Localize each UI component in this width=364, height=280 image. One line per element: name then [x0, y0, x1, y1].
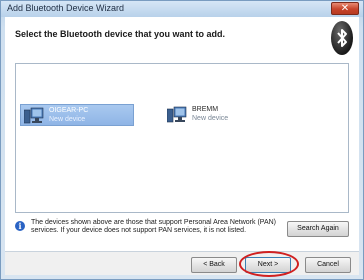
header-band: Select the Bluetooth device that you wan…: [5, 17, 359, 61]
title-bar[interactable]: Add Bluetooth Device Wizard ✕: [1, 1, 363, 17]
button-bar: < Back Next > Cancel: [5, 252, 359, 275]
device-item-bremm[interactable]: BREMM New device: [164, 104, 278, 126]
device-status: New device: [192, 115, 229, 122]
wizard-window: Add Bluetooth Device Wizard ✕ Select the…: [0, 0, 364, 280]
bluetooth-icon: [331, 21, 353, 55]
close-button[interactable]: ✕: [331, 2, 359, 15]
device-name: OIGEAR-PC: [49, 107, 89, 114]
info-text: The devices shown above are those that s…: [31, 219, 276, 234]
window-title: Add Bluetooth Device Wizard: [7, 3, 125, 13]
device-list[interactable]: OIGEAR-PC New device BREMM New device: [15, 63, 349, 213]
computer-icon: [23, 107, 44, 125]
device-item-oigear-pc[interactable]: OIGEAR-PC New device: [20, 104, 134, 126]
device-name: BREMM: [192, 106, 219, 113]
info-icon: i: [15, 221, 25, 231]
wizard-content: Select the Bluetooth device that you wan…: [5, 17, 359, 275]
cancel-button[interactable]: Cancel: [305, 257, 351, 273]
computer-icon: [166, 106, 187, 124]
search-again-button[interactable]: Search Again: [287, 221, 349, 237]
next-button[interactable]: Next >: [245, 257, 291, 273]
device-status: New device: [49, 116, 86, 123]
page-heading: Select the Bluetooth device that you wan…: [15, 29, 226, 39]
info-row: i The devices shown above are those that…: [15, 217, 285, 247]
back-button[interactable]: < Back: [191, 257, 237, 273]
